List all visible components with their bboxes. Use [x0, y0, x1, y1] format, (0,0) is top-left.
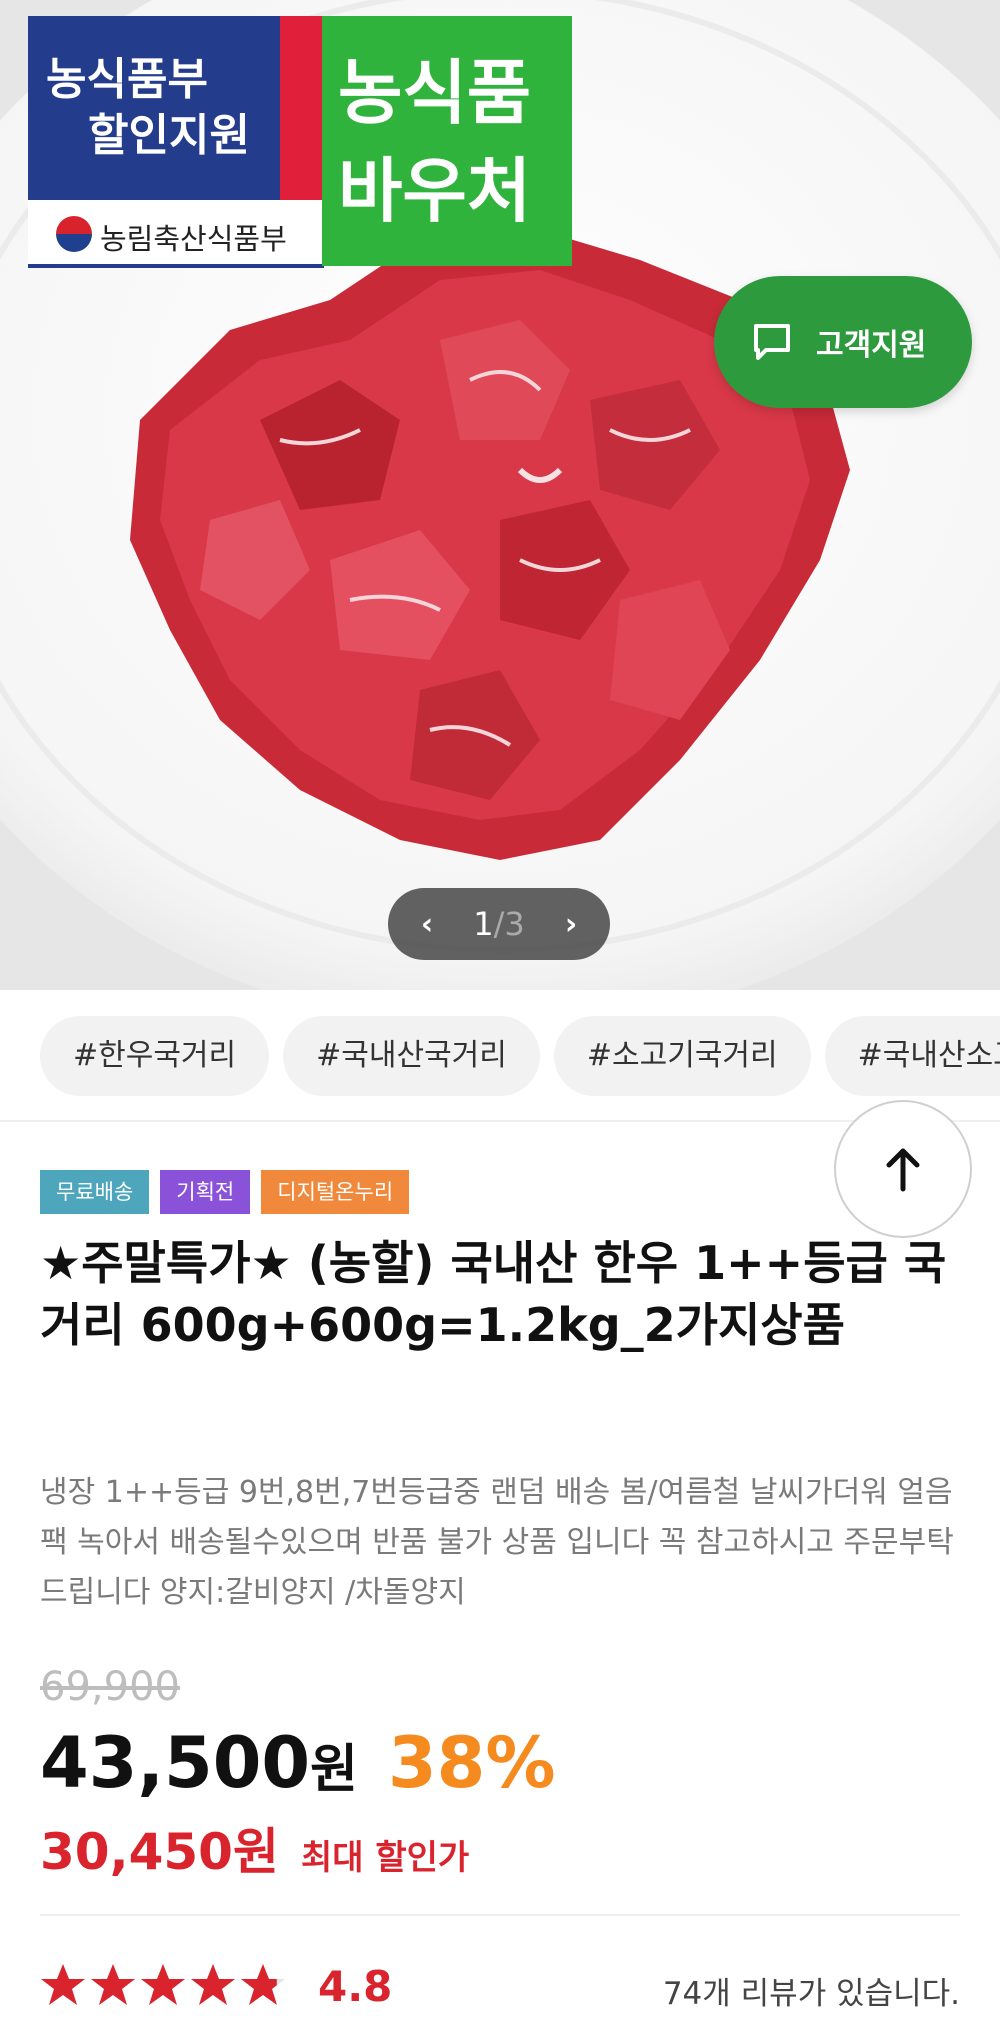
price-currency: 원 [310, 1740, 358, 1800]
image-total: 3 [504, 905, 525, 943]
hashtag-chip[interactable]: #국내산소고기 [824, 1016, 1000, 1096]
prev-image-icon[interactable]: ‹ [412, 907, 442, 942]
scroll-to-top-button[interactable] [834, 1100, 972, 1238]
arrow-up-icon [886, 1148, 920, 1192]
sale-price: 43,500 [40, 1722, 311, 1804]
image-counter-separator: / [493, 905, 505, 943]
voucher-badge-line2: 바우처 [338, 150, 532, 232]
hashtag-chip[interactable]: #한우국거리 [40, 1016, 270, 1096]
original-price: 69,900 [40, 1664, 180, 1710]
gov-badge-stripe [280, 16, 324, 200]
customer-support-button[interactable]: 고객지원 [714, 276, 972, 408]
hashtag-list: #한우국거리#국내산국거리#소고기국거리#국내산소고기 [40, 1016, 1000, 1100]
gov-badge-line1: 농식품부 [46, 54, 208, 105]
rating-score: 4.8 [318, 1962, 393, 2011]
chat-bubble-icon [754, 324, 790, 360]
promotion-label: 기획전 [160, 1170, 251, 1214]
gov-discount-badge: 농식품부 할인지원 농림축산식품부 [28, 16, 324, 268]
voucher-badge: 농식품 바우처 [322, 16, 572, 266]
price-row: 43,500원 38% [40, 1722, 556, 1804]
gov-badge-panel: 농식품부 할인지원 [28, 16, 280, 200]
star-icon [41, 1964, 85, 2005]
hashtag-chip[interactable]: #국내산국거리 [283, 1016, 540, 1096]
star-icon [191, 1964, 235, 2005]
section-divider [0, 1120, 1000, 1122]
ministry-name: 농림축산식품부 [100, 222, 287, 256]
gov-badge-line2: 할인지원 [88, 110, 250, 161]
star-rating [40, 1962, 290, 2012]
free-shipping-label: 무료배송 [40, 1170, 150, 1214]
rating-row[interactable]: 4.8 74개 리뷰가 있습니다. [40, 1960, 960, 2014]
image-counter: 1/3 [473, 905, 525, 943]
customer-support-label: 고객지원 [816, 328, 927, 363]
image-pager: ‹ 1/3 › [388, 888, 610, 960]
max-discount-row: 30,450원 최대 할인가 [40, 1812, 469, 1884]
star-icon [141, 1964, 185, 2005]
max-discount-price: 30,450원 [40, 1823, 279, 1881]
section-divider [40, 1914, 960, 1916]
product-title: ★주말특가★ (농할) 국내산 한우 1++등급 국거리 600g+600g=1… [40, 1236, 947, 1352]
star-icon [241, 1964, 285, 2005]
government-seal-icon [56, 216, 92, 252]
star-icon [91, 1964, 135, 2005]
voucher-badge-line1: 농식품 [338, 52, 532, 134]
product-description: 냉장 1++등급 9번,8번,7번등급중 랜덤 배송 봄/여름철 날씨가더워 얼… [40, 1475, 954, 1610]
gov-badge-ministry-bar: 농림축산식품부 [28, 200, 324, 268]
image-current: 1 [473, 905, 494, 943]
hashtag-chip[interactable]: #소고기국거리 [553, 1016, 811, 1096]
review-count-link[interactable]: 74개 리뷰가 있습니다. [663, 1968, 960, 2013]
product-label-list: 무료배송 기획전 디지털온누리 [40, 1170, 420, 1214]
next-image-icon[interactable]: › [556, 907, 586, 942]
max-discount-label: 최대 할인가 [300, 1838, 470, 1878]
discount-rate: 38% [387, 1722, 556, 1804]
digital-onnuri-label: 디지털온누리 [261, 1170, 410, 1214]
product-image-carousel[interactable]: 농식품부 할인지원 농림축산식품부 농식품 바우처 고객지원 ‹ 1/3 › [0, 0, 1000, 990]
